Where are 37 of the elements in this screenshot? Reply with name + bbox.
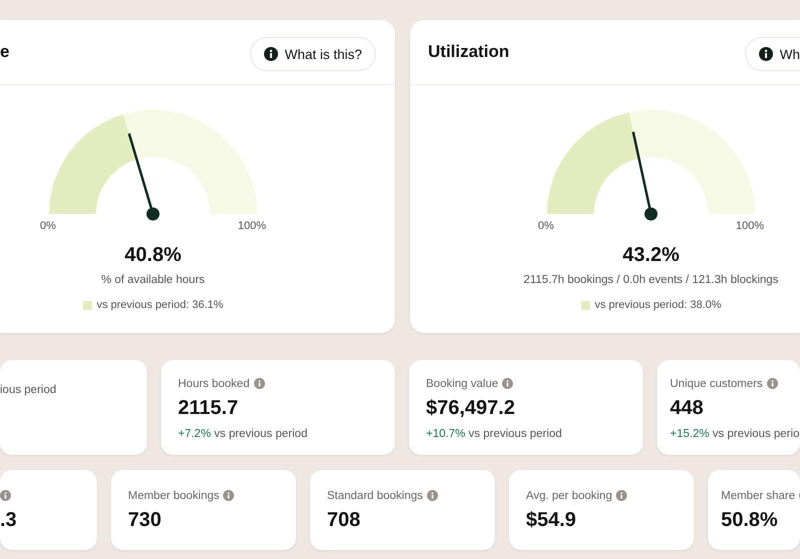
info-icon	[264, 47, 278, 61]
gauge-value: 43.2%	[622, 244, 680, 267]
gauge-subtitle: % of available hours	[101, 274, 205, 286]
legend-swatch	[82, 300, 92, 310]
gauge-max-label: 100%	[736, 220, 764, 232]
gauge-min-label: 0%	[538, 220, 554, 232]
stat-label: Booking value	[426, 378, 498, 390]
stat-value: .3	[0, 509, 18, 532]
stat-value: $76,497.2	[426, 397, 516, 420]
info-button[interactable]: Wh	[744, 37, 800, 71]
stat-label: Member share	[721, 490, 796, 502]
stat-value: $54.9	[526, 509, 578, 532]
stat-value: 2115.7	[178, 397, 240, 420]
gauge-value: 40.8%	[124, 244, 182, 267]
stat-comparison: +15.2% vs previous perio	[670, 427, 800, 442]
stat-value: 730	[128, 509, 162, 532]
stat-comparison: ious period	[0, 383, 58, 398]
stat-label: Avg. per booking	[526, 490, 612, 502]
stat-comparison: +10.7% vs previous period	[426, 427, 563, 442]
stat-label: Standard bookings	[327, 490, 423, 502]
info-icon	[758, 47, 773, 61]
gauge-subtitle: 2115.7h bookings / 0.0h events / 121.3h blockings	[524, 274, 778, 286]
card-title: e	[0, 42, 10, 62]
legend-label: vs previous period: 38.0%	[594, 299, 722, 311]
gauge-max-label: 100%	[238, 220, 266, 232]
stat-label: Hours booked	[178, 378, 250, 390]
card-title: Utilization	[428, 42, 510, 62]
gauge-min-label: 0%	[40, 220, 56, 232]
legend-swatch	[580, 300, 590, 310]
legend-label: vs previous period: 36.1%	[96, 299, 224, 311]
stat-comparison: +7.2% vs previous period	[178, 427, 308, 442]
info-button[interactable]: What is this?	[250, 37, 376, 71]
stat-value: 448	[670, 397, 704, 420]
stat-value: 708	[327, 509, 362, 532]
stat-label: Member bookings	[128, 490, 220, 502]
stat-label: Unique customers	[670, 378, 763, 390]
stat-value: 50.8%	[721, 509, 779, 532]
